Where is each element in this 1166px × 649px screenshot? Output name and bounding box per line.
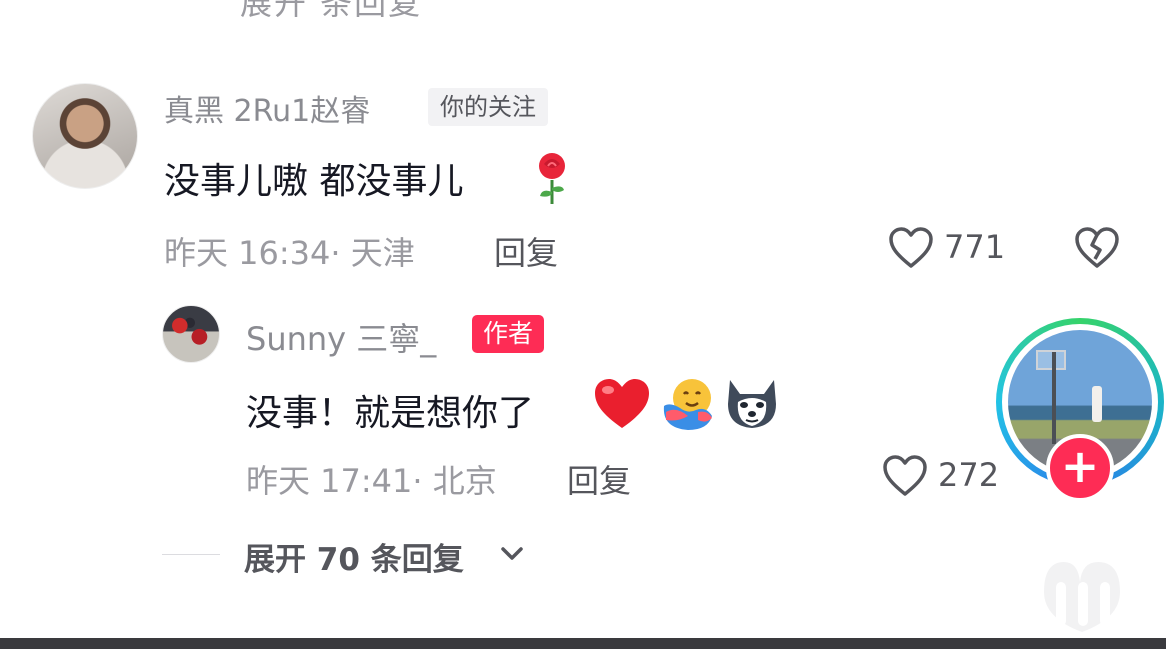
chevron-down-icon[interactable] xyxy=(500,546,524,562)
bottom-bar xyxy=(0,638,1166,649)
reply-like-count: 272 xyxy=(938,456,1000,494)
reply-text: 没事！就是想你了 xyxy=(246,393,535,434)
follow-plus-button[interactable]: + xyxy=(1046,434,1114,502)
expand-replies-button[interactable]: 展开 70 条回复 xyxy=(244,534,464,579)
heart-outline-icon[interactable] xyxy=(888,226,934,270)
comment-timestamp-location: 昨天 16:34· 天津 xyxy=(164,234,415,272)
player-figure xyxy=(1092,386,1102,422)
comment-like-count: 771 xyxy=(944,228,1006,266)
watermark-logo-icon xyxy=(1044,562,1120,632)
broken-heart-icon[interactable] xyxy=(1074,226,1120,270)
author-username[interactable]: Sunny 三寧_ xyxy=(246,314,436,360)
author-avatar[interactable] xyxy=(162,305,220,363)
commenter-username[interactable]: 真黑 2Ru1赵睿 xyxy=(164,86,370,130)
rose-icon xyxy=(539,153,565,204)
heart-outline-icon[interactable] xyxy=(882,454,928,498)
basketball-hoop-icon xyxy=(1036,350,1066,370)
expand-divider xyxy=(162,554,220,555)
husky-dog-icon xyxy=(728,380,776,428)
previous-expand-cutoff[interactable]: 展开 条回复 xyxy=(240,0,422,24)
author-badge: 作者 xyxy=(472,315,545,353)
reply-timestamp-location: 昨天 17:41· 北京 xyxy=(246,462,497,500)
commenter-avatar[interactable] xyxy=(32,83,138,189)
comment-reply-button[interactable]: 回复 xyxy=(494,228,558,274)
hug-face-icon xyxy=(663,379,712,430)
comment-text: 没事儿嗷 都没事儿 xyxy=(164,161,464,202)
following-badge: 你的关注 xyxy=(428,88,548,126)
hoop-pole xyxy=(1052,352,1056,444)
reply-reply-button[interactable]: 回复 xyxy=(567,456,631,502)
red-heart-icon xyxy=(595,379,649,428)
